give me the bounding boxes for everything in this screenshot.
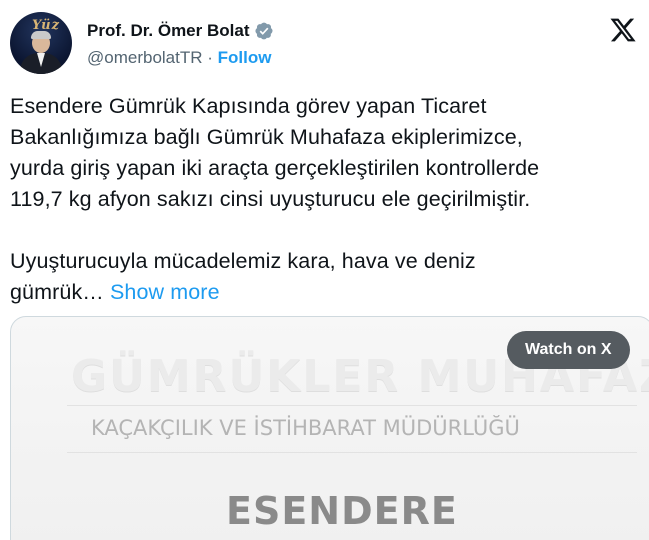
author-display-name[interactable]: Prof. Dr. Ömer Bolat [87,21,249,41]
tweet-line: Bakanlığımıza bağlı Gümrük Muhafaza ekip… [10,125,523,149]
tweet-text: Esendere Gümrük Kapısında görev yapan Ti… [10,91,640,308]
tweet-line-last: gümrük… Show more [10,277,640,308]
video-divider-bottom [67,452,637,453]
author-name-line: Prof. Dr. Ömer Bolat [87,21,274,41]
avatar-figure-hair [31,31,51,39]
handle-separator: · [207,48,213,67]
tweet-header: Yüz Prof. Dr. Ömer Bolat @omerbolatTR · … [10,12,639,76]
video-divider-top [67,405,637,406]
tweet-truncated-text: gümrük… [10,280,104,304]
author-handle-line: @omerbolatTR · Follow [87,48,271,68]
video-subtitle-text: KAÇAKÇILIK VE İSTİHBARAT MÜDÜRLÜĞÜ [91,416,520,440]
watch-on-x-button[interactable]: Watch on X [507,331,630,369]
tweet-line: 119,7 kg afyon sakızı cinsi uyuşturucu e… [10,187,531,211]
show-more-link[interactable]: Show more [110,280,220,304]
author-handle[interactable]: @omerbolatTR [87,48,203,67]
x-logo-icon[interactable] [609,16,637,44]
video-location-text: ESENDERE [226,489,458,533]
follow-button[interactable]: Follow [218,48,272,67]
video-media[interactable]: GÜMRÜKLER MUHAFAZA KAÇAKÇILIK VE İSTİHBA… [10,316,649,540]
verified-badge-icon [254,21,274,41]
tweet-line: Esendere Gümrük Kapısında görev yapan Ti… [10,94,487,118]
tweet-line: Uyuşturucuyla mücadelemiz kara, hava ve … [10,249,476,273]
tweet-line: yurda giriş yapan iki araçta gerçekleşti… [10,156,540,180]
avatar[interactable]: Yüz [10,12,72,74]
